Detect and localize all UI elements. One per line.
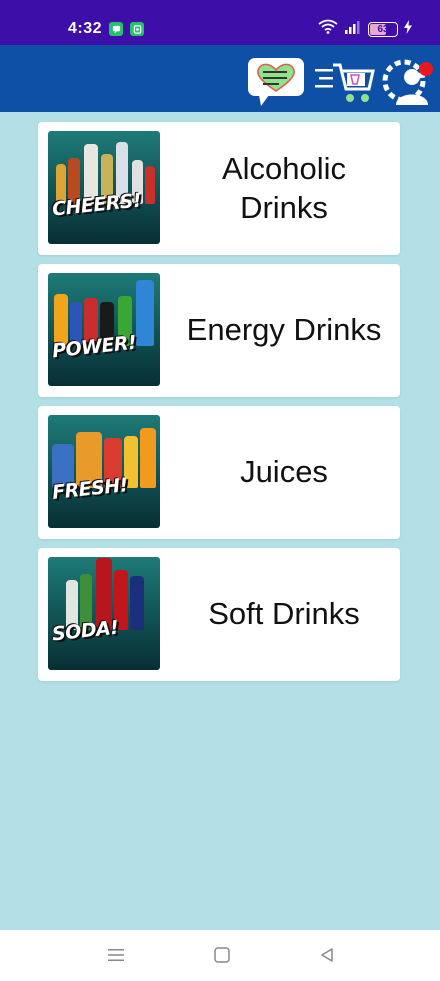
- wifi-icon: [318, 19, 338, 39]
- status-bar: 4:32 63: [0, 0, 440, 45]
- menu-icon[interactable]: [108, 947, 124, 968]
- thumb-text: SODA!: [51, 616, 120, 646]
- juices-image: FRESH!: [48, 415, 160, 528]
- category-label: Soft Drinks: [208, 596, 360, 632]
- energy-drinks-image: POWER!: [48, 273, 160, 386]
- alcoholic-drinks-image: CHEERS!: [48, 131, 160, 244]
- soft-drinks-image: SODA!: [48, 557, 160, 670]
- charging-icon: [404, 19, 412, 39]
- category-list: CHEERS! Alcoholic Drinks POWER! Energy D…: [38, 122, 400, 690]
- category-label: Energy Drinks: [186, 312, 382, 348]
- home-icon[interactable]: [214, 947, 230, 968]
- chat-notification-icon: [109, 22, 123, 36]
- category-card-soft-drinks[interactable]: SODA! Soft Drinks: [38, 548, 400, 681]
- chat-bubble-icon[interactable]: [247, 57, 305, 107]
- category-card-juices[interactable]: FRESH! Juices: [38, 406, 400, 539]
- category-card-energy-drinks[interactable]: POWER! Energy Drinks: [38, 264, 400, 397]
- battery-level: 63: [377, 23, 389, 35]
- navigation-bar: [0, 930, 440, 981]
- cart-icon[interactable]: [313, 57, 375, 107]
- status-time: 4:32: [68, 20, 103, 37]
- app-bar: [0, 45, 440, 112]
- account-settings-icon[interactable]: [380, 57, 436, 109]
- category-label: Alcoholic Drinks: [221, 150, 347, 225]
- app-notification-icon: [130, 22, 144, 36]
- category-card-alcoholic-drinks[interactable]: CHEERS! Alcoholic Drinks: [38, 122, 400, 255]
- back-icon[interactable]: [319, 947, 335, 968]
- category-label: Juices: [240, 454, 328, 490]
- signal-icon: [344, 20, 362, 39]
- battery-icon: 63: [368, 21, 398, 37]
